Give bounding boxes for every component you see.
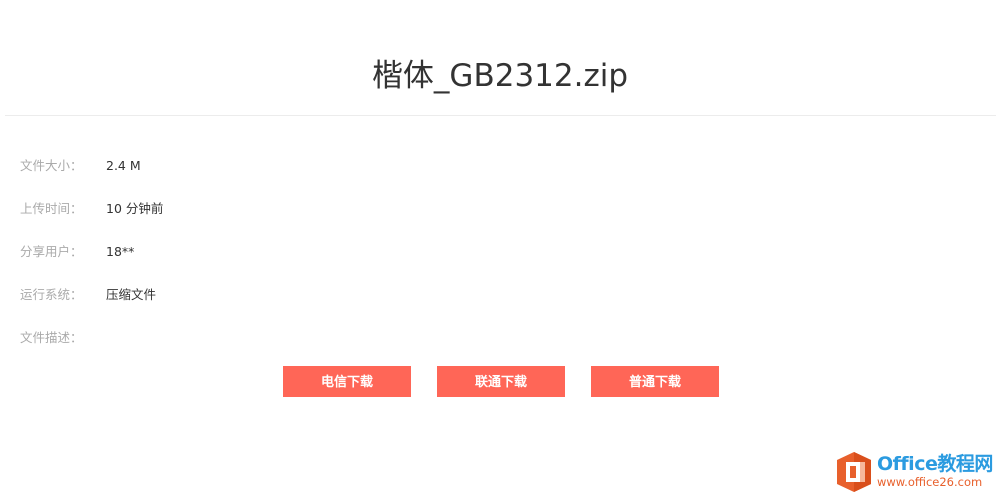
upload-time-label: 上传时间： [20, 201, 83, 216]
info-row-share-user: 分享用户： 18** [0, 242, 500, 262]
title-divider [5, 115, 996, 116]
watermark-brand: Office教程网 [877, 453, 993, 475]
share-user-label: 分享用户： [20, 244, 83, 259]
share-user-value: 18** [106, 244, 135, 259]
os-value: 压缩文件 [106, 287, 157, 302]
os-label: 运行系统： [20, 287, 83, 302]
office-logo-icon [837, 452, 871, 492]
page-title: 楷体_GB2312.zip [371, 58, 629, 94]
file-size-label: 文件大小： [20, 158, 83, 173]
description-label: 文件描述： [20, 330, 83, 345]
watermark: Office教程网 www.office26.com [835, 451, 995, 495]
telecom-download-button[interactable]: 电信下载 [283, 366, 411, 397]
normal-download-button[interactable]: 普通下载 [591, 366, 719, 397]
upload-time-value: 10 分钟前 [106, 201, 164, 216]
file-size-value: 2.4 M [106, 158, 141, 173]
watermark-url: www.office26.com [877, 475, 983, 489]
info-row-size: 文件大小： 2.4 M [0, 156, 500, 176]
info-row-upload-time: 上传时间： 10 分钟前 [0, 199, 500, 219]
info-row-os: 运行系统： 压缩文件 [0, 285, 500, 305]
info-row-description: 文件描述： [0, 328, 500, 348]
unicom-download-button[interactable]: 联通下载 [437, 366, 565, 397]
